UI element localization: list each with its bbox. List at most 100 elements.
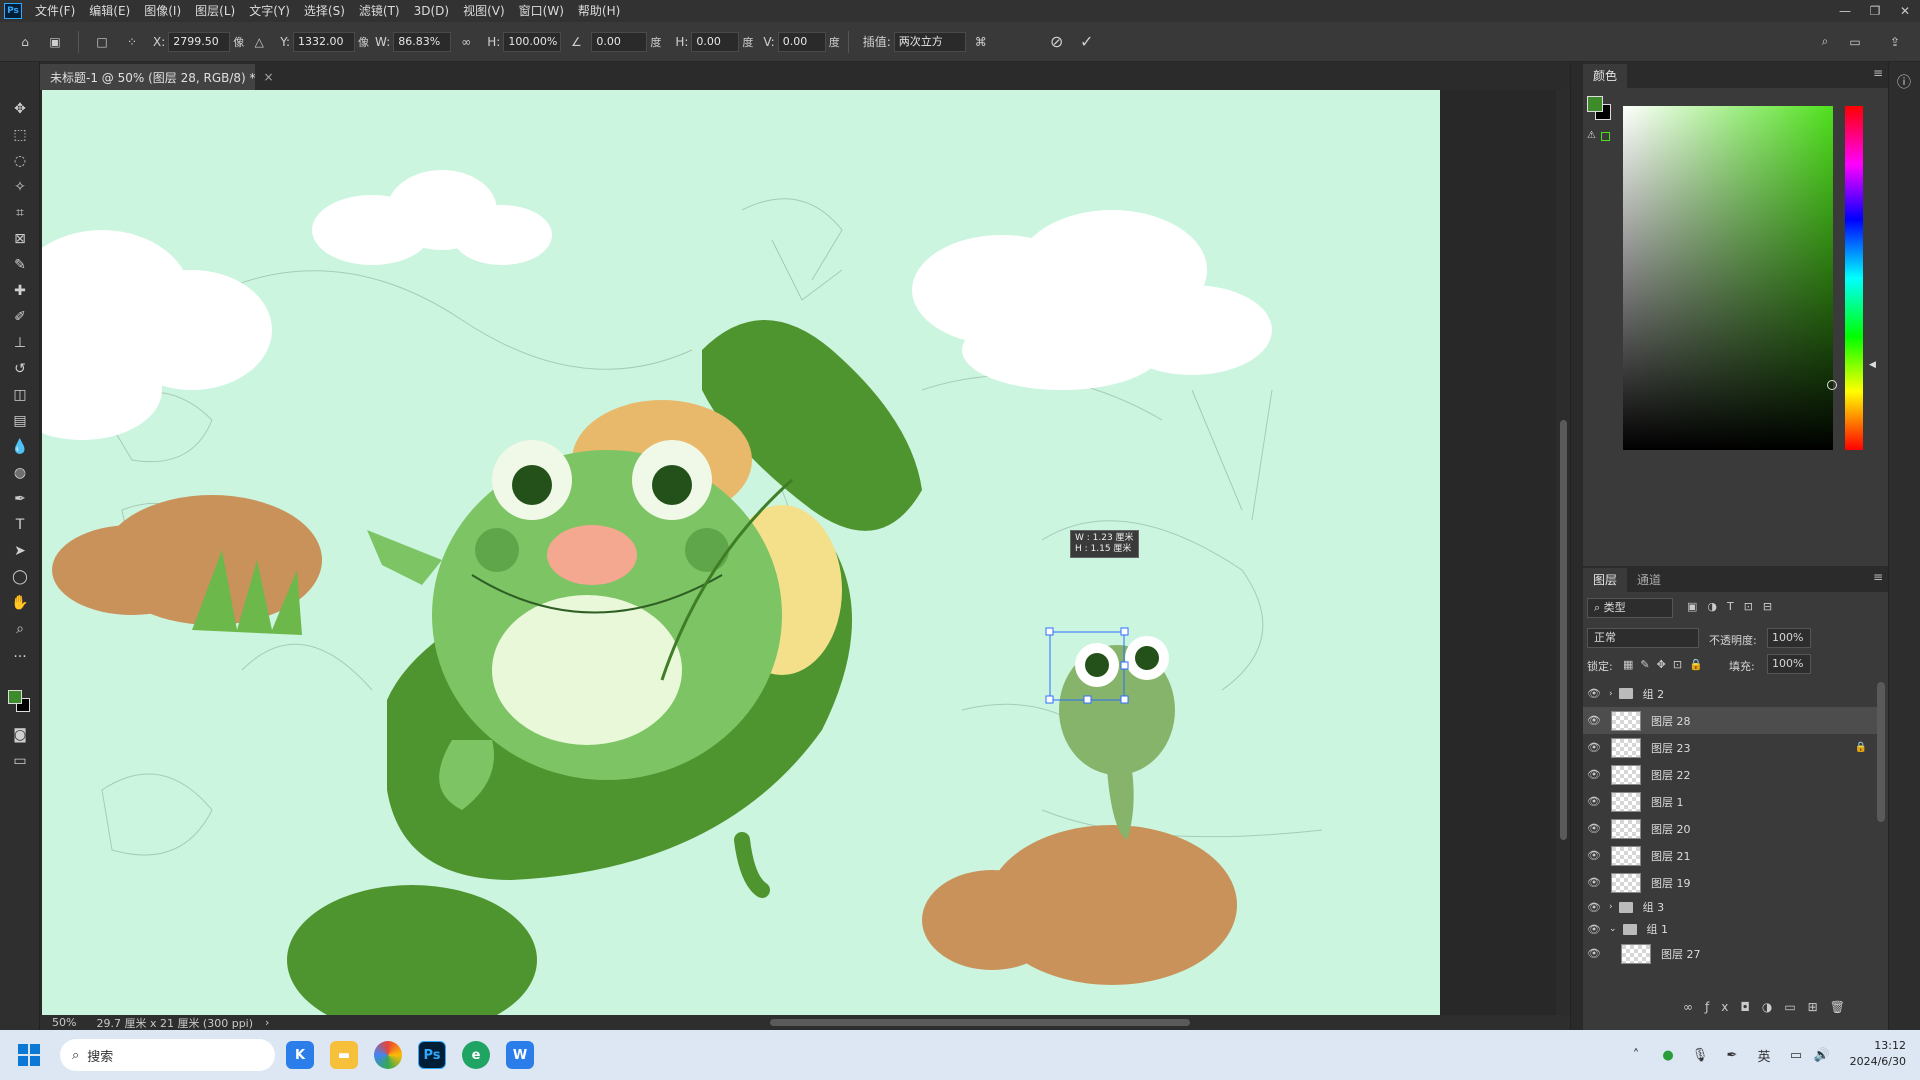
path-selection-tool-icon[interactable]: ➤ [8, 540, 32, 562]
shape-tool-icon[interactable]: ◯ [8, 566, 32, 588]
canvas-area[interactable]: W : 1.23 厘米 H : 1.15 厘米 [40, 90, 1570, 1015]
layer-row-group-3[interactable]: 👁 › 组 3 [1583, 896, 1877, 918]
layer-row-layer-22[interactable]: 👁 图层 22 [1583, 761, 1877, 788]
layer-filter-select[interactable]: ⌕ 类型 [1587, 598, 1673, 618]
visibility-eye-icon[interactable]: 👁 [1583, 822, 1605, 835]
visibility-eye-icon[interactable]: 👁 [1583, 876, 1605, 889]
app-w-icon[interactable]: W [506, 1041, 534, 1069]
menu-layer[interactable]: 图层(L) [188, 0, 242, 22]
app-k-icon[interactable]: K [286, 1041, 314, 1069]
color-field[interactable] [1623, 106, 1837, 450]
lock-options-icons[interactable]: ▦✎✥⊡🔒 [1623, 658, 1710, 671]
tab-layers[interactable]: 图层 [1583, 568, 1628, 592]
quick-mask-icon[interactable]: ◙ [8, 724, 32, 746]
share-icon[interactable]: ⇪ [1884, 31, 1906, 53]
status-arrow-icon[interactable]: › [265, 1016, 269, 1029]
layer-row-group-1[interactable]: 👁 ⌄ 组 1 [1583, 918, 1877, 940]
info-icon[interactable]: ⓘ [1897, 72, 1911, 92]
new-group-icon[interactable]: ▭ [1784, 1000, 1807, 1014]
tab-color[interactable]: 颜色 [1583, 64, 1628, 88]
volume-icon[interactable]: 🔊 [1812, 1045, 1832, 1065]
eyedropper-tool-icon[interactable]: ✎ [8, 254, 32, 276]
reference-point-toggle-icon[interactable]: □ [91, 31, 113, 53]
menu-edit[interactable]: 编辑(E) [82, 0, 137, 22]
chevron-down-icon[interactable]: ⌄ [1609, 924, 1617, 934]
vertical-scrollbar[interactable] [1556, 90, 1570, 1015]
warp-mode-icon[interactable]: ⌘ [970, 31, 992, 53]
blur-tool-icon[interactable]: 💧 [8, 436, 32, 458]
layer-row-layer-28[interactable]: 👁 图层 28 [1583, 707, 1877, 734]
horizontal-scroll-thumb[interactable] [770, 1019, 1190, 1026]
layer-row-layer-1[interactable]: 👁 图层 1 [1583, 788, 1877, 815]
menu-filter[interactable]: 滤镜(T) [352, 0, 407, 22]
fill-input[interactable]: 100% [1767, 654, 1811, 674]
eraser-tool-icon[interactable]: ◫ [8, 384, 32, 406]
visibility-eye-icon[interactable]: 👁 [1583, 795, 1605, 808]
chevron-right-icon[interactable]: › [1609, 902, 1613, 912]
magic-wand-tool-icon[interactable]: ✧ [8, 176, 32, 198]
panel-menu-icon[interactable]: ≡ [1873, 66, 1883, 80]
menu-select[interactable]: 选择(S) [297, 0, 352, 22]
link-layers-icon[interactable]: ∞ [1683, 1000, 1705, 1014]
web-safe-color-icon[interactable] [1601, 132, 1610, 141]
mask-icon[interactable]: ◘ [1740, 1000, 1762, 1014]
layers-scroll-thumb[interactable] [1877, 682, 1885, 822]
screen-mode-icon[interactable]: ▭ [8, 750, 32, 772]
fx-icon[interactable]: ƒx [1705, 1000, 1740, 1014]
layer-row-layer-21[interactable]: 👁 图层 21 [1583, 842, 1877, 869]
transform-preset-icon[interactable]: ▣ [44, 31, 66, 53]
visibility-eye-icon[interactable]: 👁 [1583, 901, 1605, 914]
taskbar-search[interactable]: ⌕ 搜索 [60, 1039, 275, 1071]
color-panel-foreground-swatch[interactable] [1587, 96, 1603, 112]
blend-mode-select[interactable]: 正常 [1587, 628, 1699, 648]
relative-position-icon[interactable]: △ [248, 31, 270, 53]
foreground-color-swatch[interactable] [8, 690, 22, 704]
color-picker-marker[interactable] [1827, 380, 1837, 390]
search-icon[interactable]: ⌕ [1814, 31, 1836, 53]
edge-icon[interactable]: e [462, 1041, 490, 1069]
more-tools-icon[interactable]: ··· [8, 646, 32, 668]
gradient-tool-icon[interactable]: ▤ [8, 410, 32, 432]
workspace-icon[interactable]: ▭ [1844, 31, 1866, 53]
network-icon[interactable]: ▭ [1786, 1045, 1806, 1065]
history-brush-tool-icon[interactable]: ↺ [8, 358, 32, 380]
minimize-icon[interactable]: — [1830, 0, 1860, 22]
link-icon[interactable]: ∞ [455, 31, 477, 53]
artboard[interactable]: W : 1.23 厘米 H : 1.15 厘米 [42, 90, 1440, 1015]
visibility-eye-icon[interactable]: 👁 [1583, 849, 1605, 862]
tray-app-icon[interactable]: ● [1658, 1045, 1678, 1065]
height-input[interactable]: 100.00% [503, 31, 562, 52]
new-layer-icon[interactable]: ⊞ [1808, 1000, 1830, 1014]
layer-row-layer-27[interactable]: 👁 图层 27 [1583, 940, 1877, 967]
menu-image[interactable]: 图像(I) [137, 0, 188, 22]
hand-tool-icon[interactable]: ✋ [8, 592, 32, 614]
document-tab[interactable]: 未标题-1 @ 50% (图层 28, RGB/8) * × [40, 64, 274, 90]
stamp-tool-icon[interactable]: ⊥ [8, 332, 32, 354]
file-explorer-icon[interactable]: ▬ [330, 1041, 358, 1069]
layer-row-layer-20[interactable]: 👁 图层 20 [1583, 815, 1877, 842]
type-tool-icon[interactable]: T [8, 514, 32, 536]
opacity-input[interactable]: 100% [1767, 628, 1811, 648]
width-input[interactable]: 86.83% [393, 31, 452, 52]
crop-tool-icon[interactable]: ⌗ [8, 202, 32, 224]
tab-channels[interactable]: 通道 [1627, 568, 1671, 592]
rotate-input[interactable]: 0.00 [591, 31, 648, 52]
clock[interactable]: 13:12 2024/6/30 [1850, 1038, 1906, 1070]
menu-file[interactable]: 文件(F) [28, 0, 82, 22]
pen-icon[interactable]: ✒ [1722, 1045, 1742, 1065]
layer-row-layer-19[interactable]: 👁 图层 19 [1583, 869, 1877, 896]
gamut-warning-icon[interactable]: ⚠ [1587, 130, 1596, 141]
menu-window[interactable]: 窗口(W) [512, 0, 571, 22]
layer-row-group-2[interactable]: 👁 › 组 2 [1583, 680, 1877, 707]
start-icon[interactable] [18, 1044, 40, 1066]
adjustment-layer-icon[interactable]: ◑ [1762, 1000, 1784, 1014]
vskew-input[interactable]: 0.00 [777, 31, 826, 52]
browser-icon[interactable] [374, 1041, 402, 1069]
pen-tool-icon[interactable]: ✒ [8, 488, 32, 510]
interpolation-select[interactable]: 两次立方 [893, 31, 966, 52]
healing-brush-tool-icon[interactable]: ✚ [8, 280, 32, 302]
marquee-tool-icon[interactable]: ⬚ [8, 124, 32, 146]
home-icon[interactable]: ⌂ [14, 31, 36, 53]
cancel-transform-icon[interactable]: ⊘ [1046, 31, 1068, 53]
visibility-eye-icon[interactable]: 👁 [1583, 947, 1605, 960]
